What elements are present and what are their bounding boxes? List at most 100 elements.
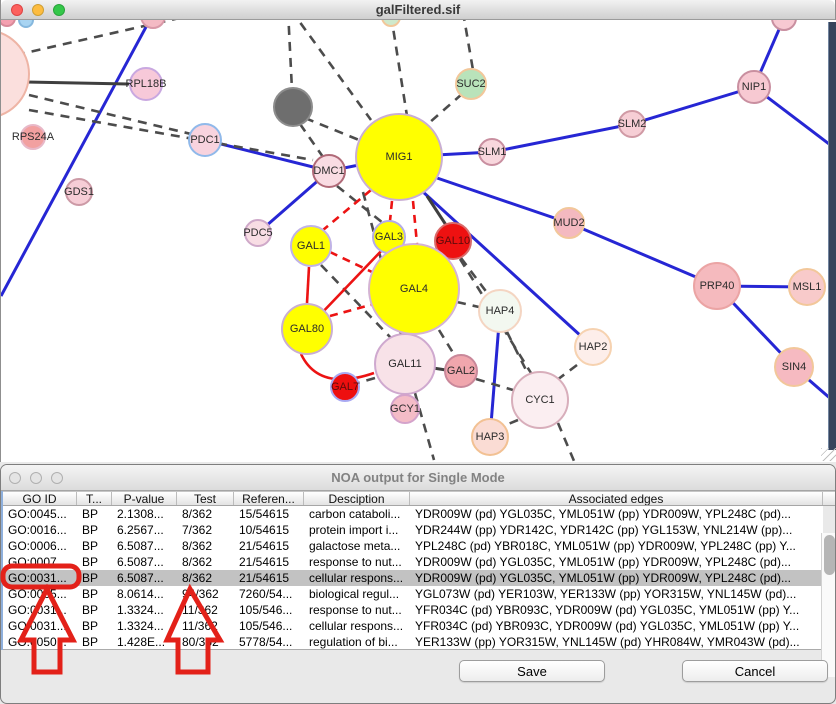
node-GDS1[interactable]: GDS1 (65, 178, 93, 206)
table-cell: 11/362 (177, 602, 234, 618)
edge-dash (305, 118, 359, 140)
minimize-button[interactable] (30, 472, 42, 484)
table-row[interactable]: GO:0031...BP1.3324...11/362105/546...res… (3, 602, 823, 618)
zoom-button[interactable] (53, 4, 65, 16)
table-row[interactable]: GO:0006...BP6.5087...8/36221/54615galact… (3, 538, 823, 554)
node-GCY1[interactable]: GCY1 (390, 394, 420, 424)
close-button[interactable] (11, 4, 23, 16)
node-gray-node[interactable] (273, 87, 313, 127)
table-cell: cellular respons... (304, 618, 410, 634)
node-MUD2[interactable]: MUD2 (553, 207, 585, 239)
edge-dash (29, 110, 313, 160)
node-CYC1[interactable]: CYC1 (511, 371, 569, 429)
node-RPL18B[interactable]: RPL18B (129, 67, 163, 101)
table-row[interactable]: GO:0016...BP6.2567...7/36210/54615protei… (3, 522, 823, 538)
table-cell: BP (77, 618, 112, 634)
column-header-desciption[interactable]: Desciption (304, 492, 410, 505)
scrollbar-thumb[interactable] (824, 535, 835, 575)
table-cell: YDR009W (pd) YGL035C, YML051W (pp) YDR00… (410, 506, 823, 522)
table-cell: 10/54615 (234, 522, 304, 538)
table-cell: BP (77, 570, 112, 586)
table-cell: GO:0031... (3, 570, 77, 586)
table-row[interactable]: GO:0065...BP8.0614...94/3627260/54...bio… (3, 586, 823, 602)
node-GAL2[interactable]: GAL2 (444, 354, 478, 388)
node-RPS24A[interactable]: RPS24A (20, 124, 46, 150)
edge-dash (461, 258, 488, 294)
node-label: GAL80 (290, 323, 324, 335)
node-NIP1[interactable]: NIP1 (737, 70, 771, 104)
node-HAP2[interactable]: HAP2 (574, 328, 612, 366)
node-label: MIG1 (386, 151, 413, 163)
minimize-button[interactable] (32, 4, 44, 16)
table-cell: regulation of bi... (304, 634, 410, 650)
table-row[interactable]: GO:0031...BP6.5087...8/36221/54615cellul… (3, 570, 823, 586)
table-row[interactable]: GO:0031...BP1.3324...11/362105/546...cel… (3, 618, 823, 634)
network-canvas[interactable]: RPL18B RPS24A GDS1 PDC1 DMC1 MIG1 SUC2 SLM1 SLM2… (1, 20, 836, 462)
table-cell: response to nut... (304, 554, 410, 570)
cancel-button[interactable]: Cancel (682, 660, 828, 682)
table-cell: BP (77, 554, 112, 570)
table-cell: 21/54615 (234, 554, 304, 570)
table-cell: 8/362 (177, 570, 234, 586)
node-MSL1[interactable]: MSL1 (788, 268, 826, 306)
node-HAP4[interactable]: HAP4 (478, 289, 522, 333)
node-PDC5[interactable]: PDC5 (244, 219, 272, 247)
edge-dash (439, 330, 455, 356)
column-header-test[interactable]: Test (177, 492, 234, 505)
node-GAL80[interactable]: GAL80 (281, 303, 333, 355)
table-cell: YFR034C (pd) YBR093C, YDR009W (pd) YGL03… (410, 618, 823, 634)
save-button[interactable]: Save (459, 660, 605, 682)
noa-titlebar[interactable]: NOA output for Single Mode (1, 465, 835, 491)
column-header-associatededges[interactable]: Associated edges (410, 492, 823, 505)
node-label: SLM1 (478, 146, 507, 158)
edge-reddash (390, 201, 392, 221)
table-cell: GO:0006... (3, 538, 77, 554)
table-row[interactable]: GO:0045...BP2.1308...8/36215/54615carbon… (3, 506, 823, 522)
node-DMC1[interactable]: DMC1 (312, 154, 346, 188)
table-cell: BP (77, 538, 112, 554)
node-SLM2[interactable]: SLM2 (618, 110, 646, 138)
node-label: RPL18B (126, 78, 167, 90)
table-cell: 5778/54... (234, 634, 304, 650)
column-header-goid[interactable]: GO ID (3, 492, 77, 505)
node-GAL11[interactable]: GAL11 (374, 333, 436, 395)
column-header-t[interactable]: T... (77, 492, 112, 505)
node-label: HAP2 (579, 341, 608, 353)
node-GAL7[interactable]: GAL7 (330, 372, 360, 402)
node-GAL1[interactable]: GAL1 (290, 225, 332, 267)
table-cell: 7/362 (177, 522, 234, 538)
column-header-referen[interactable]: Referen... (234, 492, 304, 505)
node-label: HAP4 (486, 305, 515, 317)
node-HAP3[interactable]: HAP3 (471, 418, 509, 456)
network-titlebar[interactable]: galFiltered.sif (1, 0, 835, 20)
node-SUC2[interactable]: SUC2 (455, 68, 487, 100)
column-header-pvalue[interactable]: P-value (112, 492, 177, 505)
resize-grip-icon[interactable] (821, 448, 836, 461)
node-label: NIP1 (742, 81, 766, 93)
zoom-button[interactable] (51, 472, 63, 484)
node-PDC1[interactable]: PDC1 (188, 123, 222, 157)
edge-dash (457, 302, 479, 307)
edge-dark (26, 82, 129, 84)
edge-dash (16, 20, 206, 55)
node-label: GDS1 (64, 186, 94, 198)
table-row[interactable]: GO:0050...BP1.428E...80/3625778/54...reg… (3, 634, 823, 650)
node-GAL4[interactable]: GAL4 (368, 243, 460, 335)
button-row: Save Cancel (1, 660, 835, 686)
close-button[interactable] (9, 472, 21, 484)
node-label: GAL2 (447, 365, 475, 377)
node-MIG1[interactable]: MIG1 (355, 113, 443, 201)
node-label: GAL3 (375, 231, 403, 243)
node-label: PDC1 (190, 134, 219, 146)
edge-dash (391, 20, 407, 116)
node-SLM1[interactable]: SLM1 (478, 138, 506, 166)
network-window: galFiltered.sif RPL18B RPS24A GDS1 PDC1 DMC1… (0, 0, 836, 462)
table-cell: GO:0050... (3, 634, 77, 650)
table-cell: 94/362 (177, 586, 234, 602)
table-cell: YDR009W (pd) YGL035C, YML051W (pp) YDR00… (410, 570, 823, 586)
node-PRP40[interactable]: PRP40 (693, 262, 741, 310)
vertical-scrollbar[interactable] (821, 533, 836, 677)
node-SIN4[interactable]: SIN4 (774, 347, 814, 387)
table-row[interactable]: GO:0007...BP6.5087...8/36221/54615respon… (3, 554, 823, 570)
table-cell: 21/54615 (234, 538, 304, 554)
